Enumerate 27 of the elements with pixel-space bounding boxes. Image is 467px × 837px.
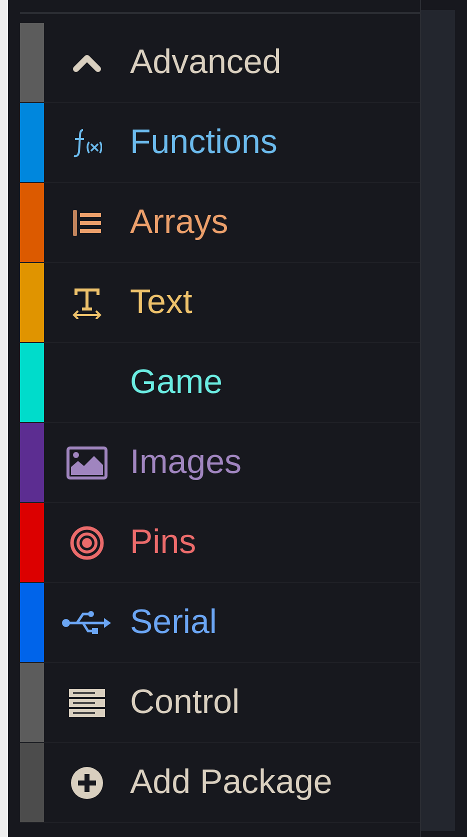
category-label: Functions: [130, 123, 278, 162]
usb-icon: [61, 608, 113, 636]
category-label: Pins: [130, 523, 196, 562]
text-icon: [71, 286, 103, 318]
category-item[interactable]: Arrays: [20, 183, 420, 263]
category-item[interactable]: Functions: [20, 103, 420, 183]
category-label: Game: [130, 363, 223, 402]
server-icon: [67, 688, 107, 718]
category-item[interactable]: Pins: [20, 503, 420, 583]
category-item[interactable]: Serial: [20, 583, 420, 663]
category-item[interactable]: Add Package: [20, 743, 420, 823]
category-label: Serial: [130, 603, 217, 642]
numbered-list-icon: [72, 208, 102, 238]
add-icon: [69, 764, 105, 800]
category-label: Add Package: [130, 763, 332, 802]
category-label: Advanced: [130, 43, 282, 82]
target-icon: [69, 524, 105, 560]
category-item[interactable]: Advanced: [20, 23, 420, 103]
category-item[interactable]: Images: [20, 423, 420, 503]
category-item[interactable]: Control: [20, 663, 420, 743]
category-label: Text: [130, 283, 192, 322]
category-item[interactable]: Text: [20, 263, 420, 343]
image-icon: [66, 446, 108, 480]
category-item[interactable]: Game: [20, 343, 420, 423]
category-label: Control: [130, 683, 240, 722]
category-label: Images: [130, 443, 242, 482]
category-label: Arrays: [130, 203, 228, 242]
